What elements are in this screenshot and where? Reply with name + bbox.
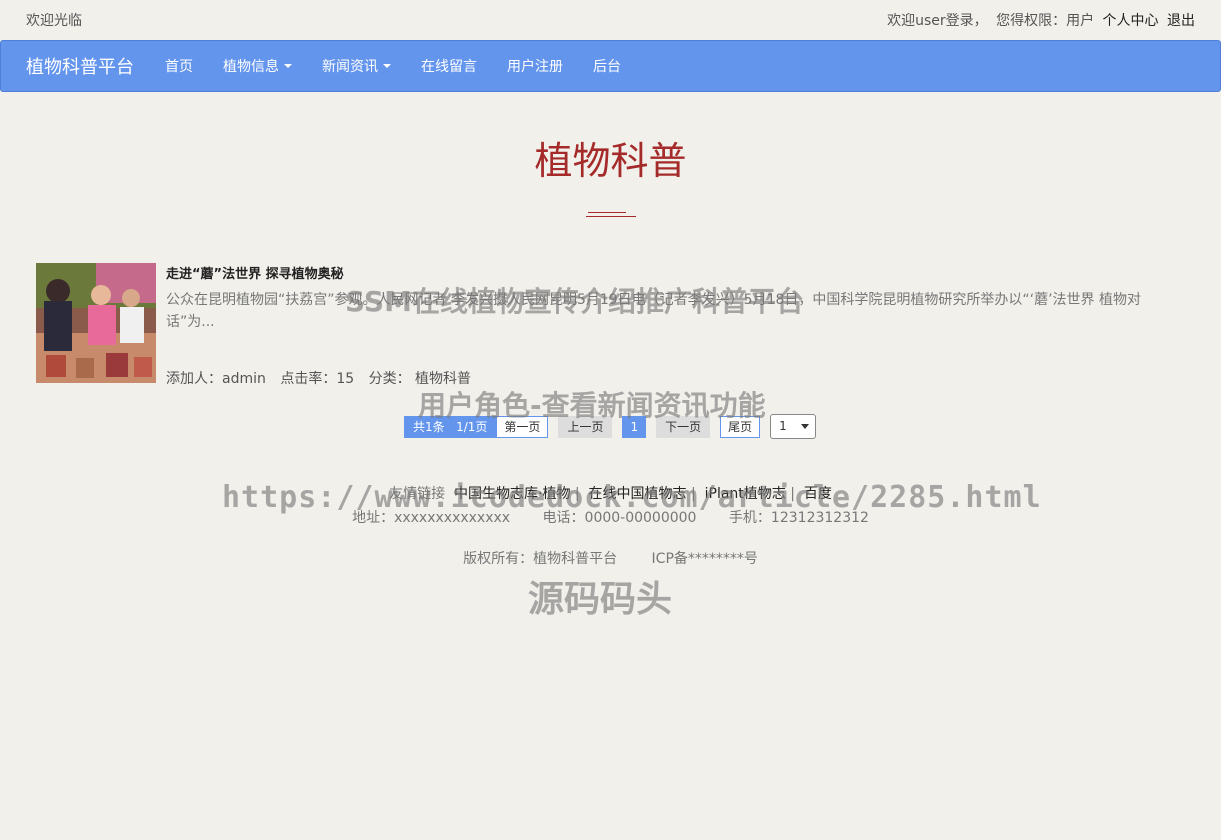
news-added-by: 添加人：admin <box>166 371 266 387</box>
nav-news-label: 新闻资讯 <box>322 59 378 75</box>
user-status: 欢迎user登录， 您得权限：用户 个人中心 退出 <box>883 10 1195 30</box>
pagination: 共1条 1/1页 第一页 上一页 1 下一页 尾页 1 <box>404 414 817 439</box>
nav-register[interactable]: 用户注册 <box>492 56 578 76</box>
nav-plant-info-label: 植物信息 <box>223 59 279 75</box>
personal-center-link[interactable]: 个人中心 <box>1103 13 1159 29</box>
page-select-value: 1 <box>779 419 787 433</box>
welcome-text: 欢迎光临 <box>26 13 82 29</box>
nav-message[interactable]: 在线留言 <box>406 56 492 76</box>
link-separator: | <box>691 486 696 502</box>
friend-link-2[interactable]: 在线中国植物志 <box>589 486 687 502</box>
news-list-item[interactable]: 走进“蘑”法世界 探寻植物奥秘 公众在昆明植物园“扶荔宫”参观。人民网记者 李发… <box>36 263 1186 387</box>
footer-copyright: 版权所有：植物科普平台 <box>463 551 618 567</box>
nav-news-dropdown[interactable]: 新闻资讯 <box>307 56 406 76</box>
nav-message-label: 在线留言 <box>421 59 477 75</box>
brand-logo[interactable]: 植物科普平台 <box>26 53 134 79</box>
logout-link[interactable]: 退出 <box>1167 13 1195 29</box>
contact-info: 地址：xxxxxxxxxxxxxx 电话：0000-00000000 手机：12… <box>0 508 1221 528</box>
title-divider <box>585 212 636 220</box>
current-page-button[interactable]: 1 <box>622 415 647 438</box>
page-select[interactable]: 1 <box>770 414 817 439</box>
friend-link-1[interactable]: 中国生物志库·植物 <box>454 486 570 502</box>
news-thumbnail-image[interactable] <box>36 263 156 383</box>
news-meta: 添加人：admin 点击率：15 分类： 植物科普 <box>166 368 481 388</box>
link-separator: | <box>790 486 795 502</box>
news-category: 分类： 植物科普 <box>368 371 472 387</box>
friend-link-3[interactable]: iPlant植物志 <box>705 486 786 502</box>
nav-admin-label: 后台 <box>593 59 621 75</box>
friend-links: 友情链接 中国生物志库·植物 | 在线中国植物志 | iPlant植物志 | 百… <box>0 484 1221 504</box>
friend-link-4[interactable]: 百度 <box>804 486 832 502</box>
news-title-link[interactable]: 走进“蘑”法世界 探寻植物奥秘 <box>166 263 344 282</box>
nav-home[interactable]: 首页 <box>150 56 208 76</box>
footer-address: 地址：xxxxxxxxxxxxxx <box>352 510 511 526</box>
nav-home-label: 首页 <box>165 59 193 75</box>
pagination-total: 共1条 <box>413 419 445 434</box>
top-bar: 欢迎光临 欢迎user登录， 您得权限：用户 个人中心 退出 <box>0 0 1221 40</box>
caret-down-icon <box>284 64 292 68</box>
pagination-pages: 1/1页 <box>456 419 488 434</box>
copyright-info: 版权所有：植物科普平台 ICP备********号 <box>0 549 1221 569</box>
footer-phone: 电话：0000-00000000 <box>542 510 697 526</box>
chevron-down-icon <box>801 424 810 429</box>
footer-icp: ICP备********号 <box>651 551 758 567</box>
nav-register-label: 用户注册 <box>507 59 563 75</box>
prev-page-button[interactable]: 上一页 <box>558 415 613 438</box>
footer-mobile: 手机：12312312312 <box>728 510 869 526</box>
footer: 友情链接 中国生物志库·植物 | 在线中国植物志 | iPlant植物志 | 百… <box>0 484 1221 569</box>
link-separator: | <box>574 486 580 502</box>
next-page-button[interactable]: 下一页 <box>656 415 711 438</box>
permission-text: 您得权限：用户 <box>996 13 1095 29</box>
watermark-source: 源码码头 <box>528 579 673 620</box>
last-page-button[interactable]: 尾页 <box>720 415 761 438</box>
caret-down-icon <box>383 64 391 68</box>
friend-links-label: 友情链接 <box>389 486 446 502</box>
nav-admin[interactable]: 后台 <box>578 56 636 76</box>
news-clicks: 点击率：15 <box>280 371 355 387</box>
news-summary: 公众在昆明植物园“扶荔宫”参观。人民网记者 李发兴摄人民网昆明5月19日电（记者… <box>166 292 1141 330</box>
page-title: 植物科普 <box>534 139 687 183</box>
pagination-info: 共1条 1/1页 <box>404 415 497 438</box>
nav-plant-info-dropdown[interactable]: 植物信息 <box>208 56 307 76</box>
login-text: 欢迎user登录， <box>887 13 988 29</box>
main-navbar: 植物科普平台 首页 植物信息 新闻资讯 在线留言 用户注册 后台 <box>0 40 1221 92</box>
first-page-button[interactable]: 第一页 <box>496 415 549 438</box>
